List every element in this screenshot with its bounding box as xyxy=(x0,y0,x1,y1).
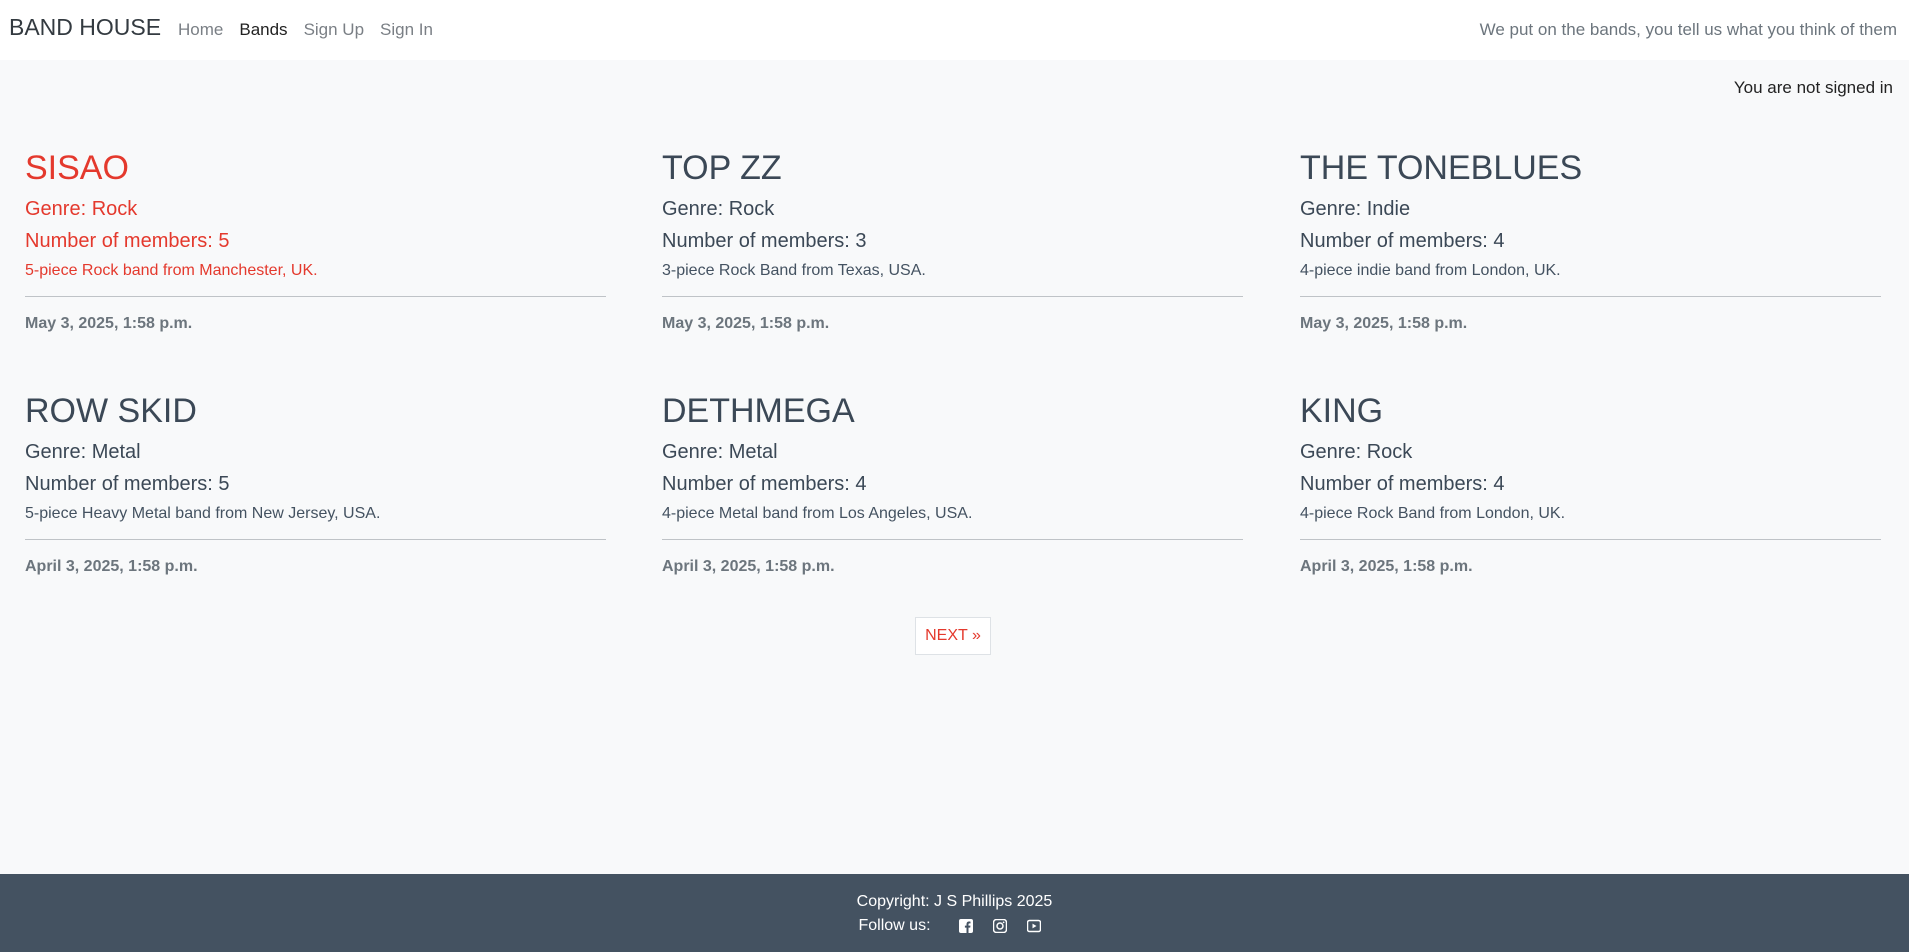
band-card[interactable]: ROW SKID Genre: Metal Number of members:… xyxy=(25,391,606,576)
nav-sign-up[interactable]: Sign Up xyxy=(304,20,364,40)
divider xyxy=(1300,539,1881,540)
band-description: 5-piece Rock band from Manchester, UK. xyxy=(25,262,318,279)
band-name[interactable]: TOP ZZ xyxy=(662,148,1243,188)
divider xyxy=(662,296,1243,297)
band-members: Number of members: 3 xyxy=(662,230,867,252)
facebook-icon[interactable] xyxy=(958,919,973,933)
navbar: BAND HOUSE Home Bands Sign Up Sign In We… xyxy=(0,0,1909,60)
band-date: May 3, 2025, 1:58 p.m. xyxy=(1300,315,1468,332)
band-date: April 3, 2025, 1:58 p.m. xyxy=(662,558,835,575)
band-description: 4-piece Metal band from Los Angeles, USA… xyxy=(662,505,973,522)
band-genre: Genre: Metal xyxy=(662,441,778,463)
divider xyxy=(662,539,1243,540)
signin-status: You are not signed in xyxy=(1733,78,1893,97)
band-name[interactable]: SISAO xyxy=(25,148,606,188)
band-name[interactable]: ROW SKID xyxy=(25,391,606,431)
band-name[interactable]: THE TONEBLUES xyxy=(1300,148,1881,188)
band-date: May 3, 2025, 1:58 p.m. xyxy=(662,315,830,332)
band-members: Number of members: 5 xyxy=(25,230,230,252)
next-page-button[interactable]: NEXT » xyxy=(915,617,991,655)
band-card[interactable]: KING Genre: Rock Number of members: 4 4-… xyxy=(1300,391,1881,576)
band-name[interactable]: KING xyxy=(1300,391,1881,431)
band-genre: Genre: Metal xyxy=(25,441,141,463)
site-tagline: We put on the bands, you tell us what yo… xyxy=(1479,20,1897,39)
band-card[interactable]: DETHMEGA Genre: Metal Number of members:… xyxy=(662,391,1243,576)
nav-links: Home Bands Sign Up Sign In xyxy=(178,20,449,40)
band-date: April 3, 2025, 1:58 p.m. xyxy=(25,558,198,575)
nav-bands[interactable]: Bands xyxy=(239,20,287,40)
band-description: 4-piece Rock Band from London, UK. xyxy=(1300,505,1566,522)
band-card[interactable]: SISAO Genre: Rock Number of members: 5 5… xyxy=(25,148,606,333)
band-members: Number of members: 4 xyxy=(1300,473,1505,495)
band-description: 4-piece indie band from London, UK. xyxy=(1300,262,1561,279)
band-genre: Genre: Rock xyxy=(1300,441,1413,463)
follow-label: Follow us: xyxy=(858,917,931,934)
divider xyxy=(1300,296,1881,297)
band-members: Number of members: 5 xyxy=(25,473,230,495)
band-description: 5-piece Heavy Metal band from New Jersey… xyxy=(25,505,381,522)
band-date: May 3, 2025, 1:58 p.m. xyxy=(25,315,193,332)
band-genre: Genre: Rock xyxy=(25,198,138,220)
band-members: Number of members: 4 xyxy=(662,473,867,495)
footer: Copyright: J S Phillips 2025 Follow us: xyxy=(0,874,1909,952)
instagram-icon[interactable] xyxy=(992,919,1007,933)
divider xyxy=(25,296,606,297)
social-links: Follow us: xyxy=(0,917,1909,935)
band-members: Number of members: 4 xyxy=(1300,230,1505,252)
youtube-icon[interactable] xyxy=(1026,919,1041,933)
nav-home[interactable]: Home xyxy=(178,20,223,40)
band-genre: Genre: Rock xyxy=(662,198,775,220)
divider xyxy=(25,539,606,540)
brand-logo[interactable]: BAND HOUSE xyxy=(9,14,161,41)
nav-sign-in[interactable]: Sign In xyxy=(380,20,433,40)
copyright-text: Copyright: J S Phillips 2025 xyxy=(856,893,1053,910)
band-name[interactable]: DETHMEGA xyxy=(662,391,1243,431)
band-card[interactable]: TOP ZZ Genre: Rock Number of members: 3 … xyxy=(662,148,1243,333)
band-card[interactable]: THE TONEBLUES Genre: Indie Number of mem… xyxy=(1300,148,1881,333)
band-genre: Genre: Indie xyxy=(1300,198,1411,220)
band-date: April 3, 2025, 1:58 p.m. xyxy=(1300,558,1473,575)
band-description: 3-piece Rock Band from Texas, USA. xyxy=(662,262,926,279)
